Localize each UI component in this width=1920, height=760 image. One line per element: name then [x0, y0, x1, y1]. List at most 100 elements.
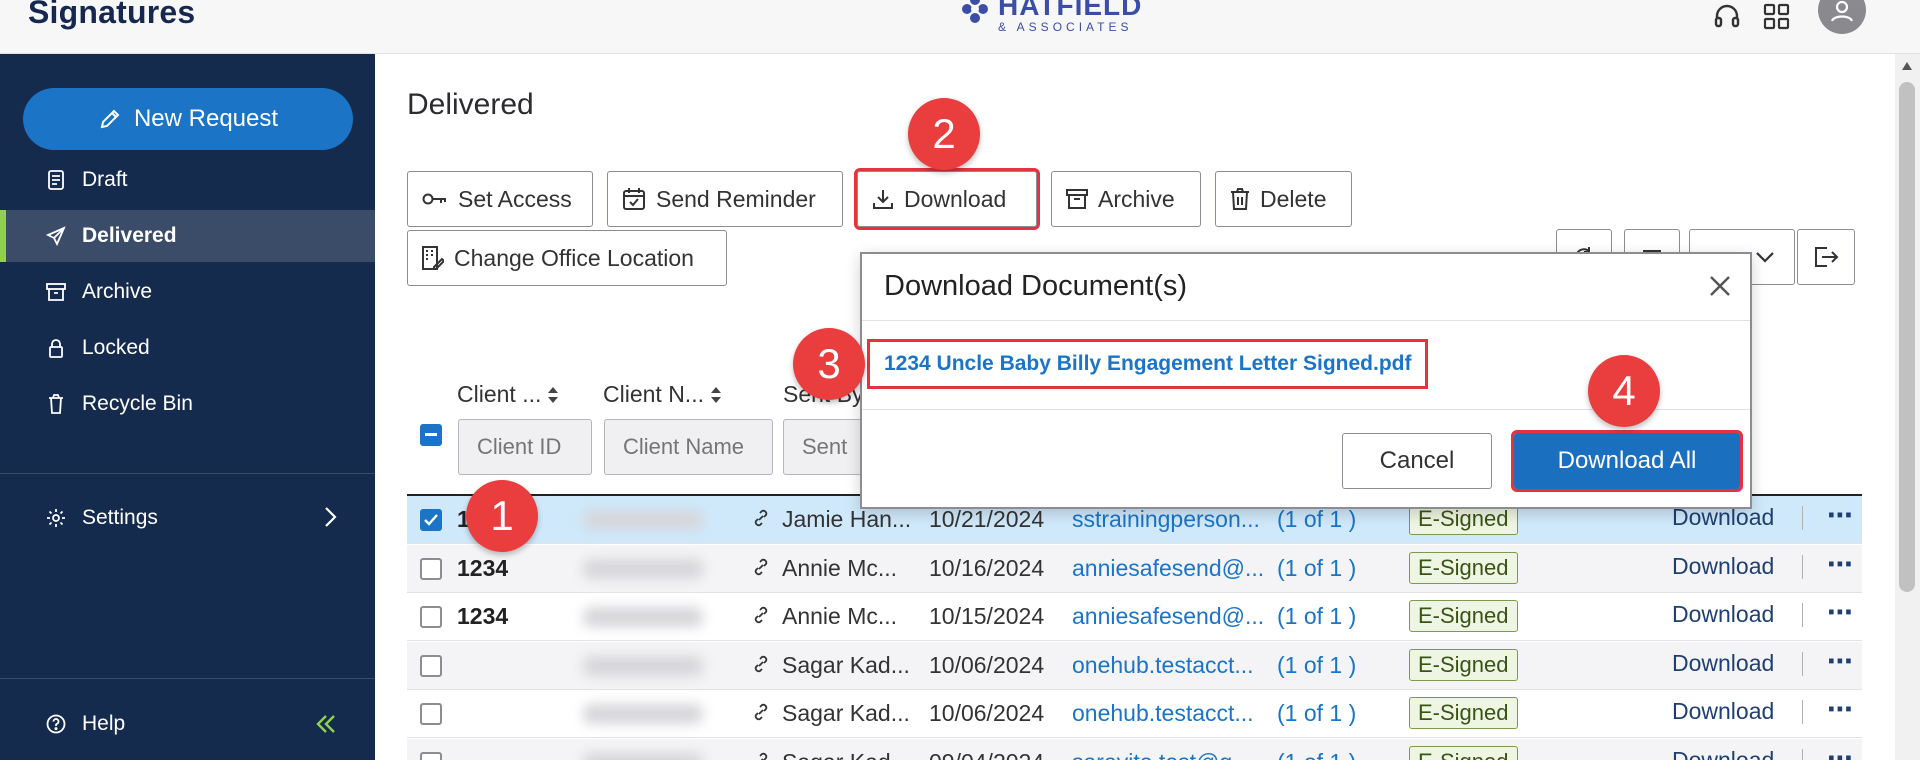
archive-button[interactable]: Archive [1051, 171, 1201, 227]
row-checkbox[interactable] [420, 703, 442, 725]
column-header-client-name[interactable]: Client N... [603, 381, 722, 408]
chevron-down-icon [1756, 252, 1774, 263]
scroll-up-arrow-icon[interactable] [1902, 62, 1912, 70]
sidebar-item-label: Archive [82, 280, 153, 303]
document-count[interactable]: (1 of 1 ) [1277, 506, 1356, 533]
sidebar-item-settings[interactable]: Settings [0, 492, 375, 544]
sidebar-item-recycle-bin[interactable]: Recycle Bin [0, 378, 375, 430]
page-title: Delivered [407, 88, 534, 121]
send-reminder-button[interactable]: Send Reminder [607, 171, 843, 227]
app-title: Signatures [28, 0, 196, 30]
recipient-email-link[interactable]: anniesafesend@... [1072, 555, 1264, 582]
document-count[interactable]: (1 of 1 ) [1277, 555, 1356, 582]
row-checkbox[interactable] [420, 558, 442, 580]
step-badge-1: 1 [466, 480, 538, 552]
recipient-email-link[interactable]: onehub.testacct... [1072, 652, 1254, 679]
set-access-button[interactable]: Set Access [407, 171, 593, 227]
client-name-redacted [583, 559, 703, 579]
select-all-checkbox[interactable] [420, 424, 442, 446]
link-icon [759, 752, 768, 760]
link-icon [754, 606, 768, 624]
column-label: Client ... [457, 381, 542, 407]
more-options-icon[interactable]: ⋯ [1827, 597, 1853, 628]
change-office-location-button[interactable]: Change Office Location [407, 230, 727, 286]
modal-divider [862, 320, 1750, 321]
close-icon[interactable] [1708, 274, 1732, 298]
page-scrollbar[interactable] [1895, 54, 1920, 760]
table-row[interactable]: Sagar Kad... 09/04/2024 saravite.test@g...… [407, 739, 1862, 760]
brand-name: HATFIELD [998, 0, 1143, 21]
headset-icon[interactable] [1710, 0, 1744, 34]
recipient-email-link[interactable]: sstrainingperson... [1072, 506, 1260, 533]
recipient-email-link[interactable]: onehub.testacct... [1072, 700, 1254, 727]
delete-button[interactable]: Delete [1215, 171, 1352, 227]
table-row[interactable]: Sagar Kad... 10/06/2024 onehub.testacct...… [407, 642, 1862, 690]
more-options-icon[interactable]: ⋯ [1827, 549, 1853, 580]
row-download-link[interactable]: Download [1672, 698, 1774, 725]
action-separator [1802, 506, 1803, 530]
table-row[interactable]: 1234 Annie Mc... 10/15/2024 anniesafesend@.… [407, 593, 1862, 641]
column-header-client-id[interactable]: Client ... [457, 381, 559, 408]
client-name-redacted [583, 753, 703, 760]
download-label: Download [904, 185, 1007, 212]
client-name-filter-input[interactable] [604, 419, 773, 475]
client-id-filter-input[interactable] [458, 419, 592, 475]
action-separator [1802, 603, 1803, 627]
row-download-link[interactable]: Download [1672, 650, 1774, 677]
document-icon [46, 170, 66, 190]
row-download-link[interactable]: Download [1672, 601, 1774, 628]
change-office-label: Change Office Location [454, 244, 694, 271]
office-edit-icon [422, 246, 444, 270]
more-options-icon[interactable]: ⋯ [1827, 500, 1853, 531]
sidebar-item-label: Delivered [82, 224, 177, 247]
export-icon [1815, 247, 1839, 267]
pencil-icon [100, 109, 120, 129]
document-count[interactable]: (1 of 1 ) [1277, 700, 1356, 727]
sidebar-item-locked[interactable]: Locked [0, 322, 375, 374]
recipient-email-link[interactable]: anniesafesend@... [1072, 603, 1264, 630]
double-chevron-left-icon[interactable] [315, 714, 337, 734]
more-options-icon[interactable]: ⋯ [1827, 743, 1853, 760]
user-avatar[interactable] [1818, 0, 1866, 34]
sidebar-item-help[interactable]: Help [0, 698, 375, 750]
brand-subtitle: & ASSOCIATES [998, 20, 1133, 34]
table-row[interactable]: Sagar Kad... 10/06/2024 onehub.testacct...… [407, 690, 1862, 738]
download-button[interactable]: Download [854, 168, 1040, 230]
export-button[interactable] [1797, 229, 1855, 285]
row-checkbox[interactable] [420, 509, 442, 531]
step-badge-3: 3 [793, 328, 865, 400]
more-options-icon[interactable]: ⋯ [1827, 694, 1853, 725]
recipient-email-link[interactable]: saravite.test@g... [1072, 749, 1251, 760]
sent-by-cell: Sagar Kad... [782, 652, 910, 678]
action-separator [1802, 652, 1803, 676]
table-row[interactable]: 1234 Annie Mc... 10/16/2024 anniesafesend@.… [407, 545, 1862, 593]
more-options-icon[interactable]: ⋯ [1827, 646, 1853, 677]
new-request-button[interactable]: New Request [23, 88, 353, 150]
document-count[interactable]: (1 of 1 ) [1277, 603, 1356, 630]
row-checkbox[interactable] [420, 606, 442, 628]
client-id-cell: 1234 [457, 555, 509, 581]
sidebar-item-archive[interactable]: Archive [0, 266, 375, 318]
cancel-button[interactable]: Cancel [1342, 433, 1492, 489]
trash-icon [1231, 188, 1249, 210]
download-all-button[interactable]: Download All [1511, 430, 1743, 492]
modal-title: Download Document(s) [884, 270, 1188, 302]
sidebar-item-delivered[interactable]: Delivered [0, 210, 375, 262]
link-icon [754, 509, 768, 527]
row-checkbox[interactable] [420, 655, 442, 677]
download-icon [873, 190, 893, 209]
sent-by-cell: Sagar Kad... [782, 749, 910, 760]
scrollbar-thumb[interactable] [1899, 82, 1915, 592]
download-file-link[interactable]: 1234 Uncle Baby Billy Engagement Letter … [866, 339, 1429, 389]
document-count[interactable]: (1 of 1 ) [1277, 652, 1356, 679]
row-download-link[interactable]: Download [1672, 553, 1774, 580]
link-icon [754, 655, 768, 673]
apps-grid-icon[interactable] [1760, 0, 1794, 34]
row-download-link[interactable]: Download [1672, 747, 1774, 760]
sidebar-item-draft[interactable]: Draft [0, 154, 375, 206]
sidebar-item-label: Draft [82, 168, 128, 191]
document-count[interactable]: (1 of 1 ) [1277, 749, 1356, 760]
set-access-label: Set Access [458, 185, 572, 212]
lock-icon [46, 338, 66, 358]
row-checkbox[interactable] [420, 752, 442, 760]
